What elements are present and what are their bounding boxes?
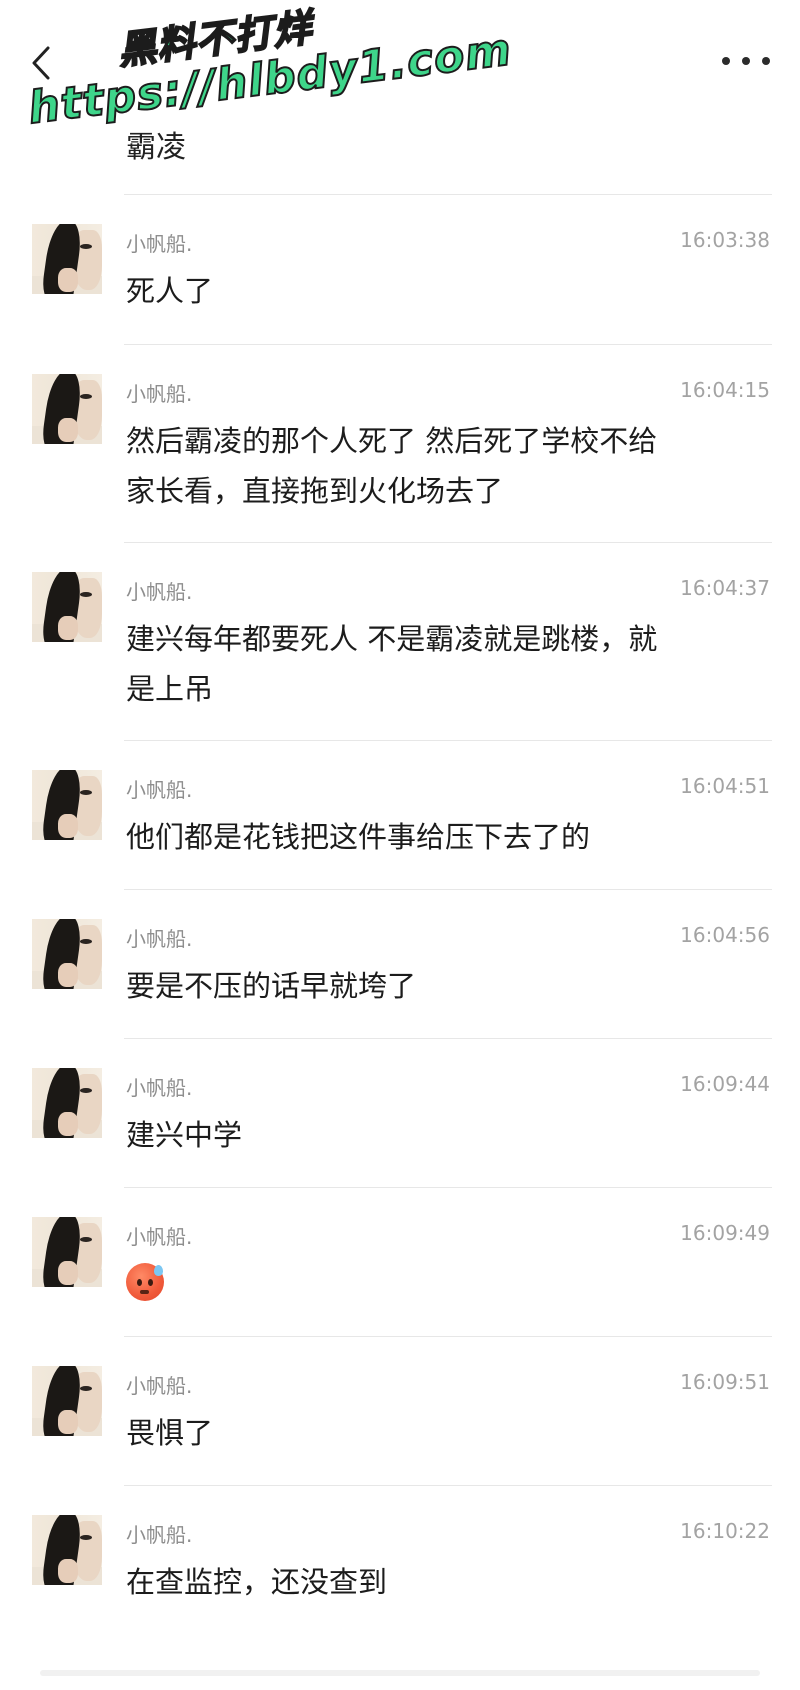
sender-avatar[interactable] (32, 770, 102, 840)
sender-avatar[interactable] (32, 919, 102, 989)
message-text: 家长看，直接拖到火化场去了 (126, 474, 504, 508)
top-navigation-bar (0, 0, 800, 110)
message-timestamp: 16:04:56 (680, 923, 770, 947)
back-button[interactable] (22, 38, 62, 88)
sender-name: 小帆船. (126, 1523, 193, 1547)
sender-name: 小帆船. (126, 382, 193, 406)
message-text: 在查监控，还没查到 (126, 1565, 388, 1599)
message-divider (124, 194, 772, 195)
message-timestamp: 16:09:44 (680, 1072, 770, 1096)
bottom-scroll-indicator (40, 1670, 760, 1676)
sender-avatar[interactable] (32, 1515, 102, 1585)
message-divider (124, 889, 772, 890)
sender-avatar[interactable] (32, 1217, 102, 1287)
sender-avatar[interactable] (32, 1068, 102, 1138)
sender-avatar[interactable] (32, 374, 102, 444)
message-text: 要是不压的话早就垮了 (126, 969, 417, 1003)
sender-name: 小帆船. (126, 1076, 193, 1100)
sender-name: 小帆船. (126, 1374, 193, 1398)
message-timestamp: 16:04:51 (680, 774, 770, 798)
message-timestamp: 16:04:37 (680, 576, 770, 600)
message-divider (124, 1336, 772, 1337)
message-text: 然后霸凌的那个人死了 然后死了学校不给 (126, 424, 658, 458)
partial-message-text: 霸凌 (126, 130, 186, 165)
message-text: 他们都是花钱把这件事给压下去了的 (126, 820, 591, 854)
message-timestamp: 16:03:38 (680, 228, 770, 252)
sender-name: 小帆船. (126, 1225, 193, 1249)
message-timestamp: 16:04:15 (680, 378, 770, 402)
more-dot (722, 57, 730, 65)
message-divider (124, 740, 772, 741)
message-divider (124, 1485, 772, 1486)
message-divider (124, 344, 772, 345)
sender-name: 小帆船. (126, 927, 193, 951)
message-timestamp: 16:10:22 (680, 1519, 770, 1543)
sender-name: 小帆船. (126, 580, 193, 604)
chat-screen: 霸凌 小帆船. 16:03:38 死人了 小帆船. 16:04:15 然后霸凌的那个人死了… (0, 0, 800, 1690)
message-text: 畏惧了 (126, 1416, 214, 1450)
message-divider (124, 1187, 772, 1188)
more-dot (742, 57, 750, 65)
message-text: 是上吊 (126, 672, 214, 706)
message-timestamp: 16:09:51 (680, 1370, 770, 1394)
message-divider (124, 1038, 772, 1039)
sender-name: 小帆船. (126, 232, 193, 256)
sender-name: 小帆船. (126, 778, 193, 802)
message-timestamp: 16:09:49 (680, 1221, 770, 1245)
anxious-sweat-face-emoji (126, 1263, 164, 1301)
more-options-button[interactable] (722, 46, 770, 76)
message-text: 建兴中学 (126, 1118, 243, 1152)
message-text: 建兴每年都要死人 不是霸凌就是跳楼，就 (126, 622, 658, 656)
sender-avatar[interactable] (32, 1366, 102, 1436)
chevron-left-icon (32, 46, 50, 80)
message-divider (124, 542, 772, 543)
sender-avatar[interactable] (32, 572, 102, 642)
message-text: 死人了 (126, 274, 214, 308)
more-dot (762, 57, 770, 65)
sender-avatar[interactable] (32, 224, 102, 294)
